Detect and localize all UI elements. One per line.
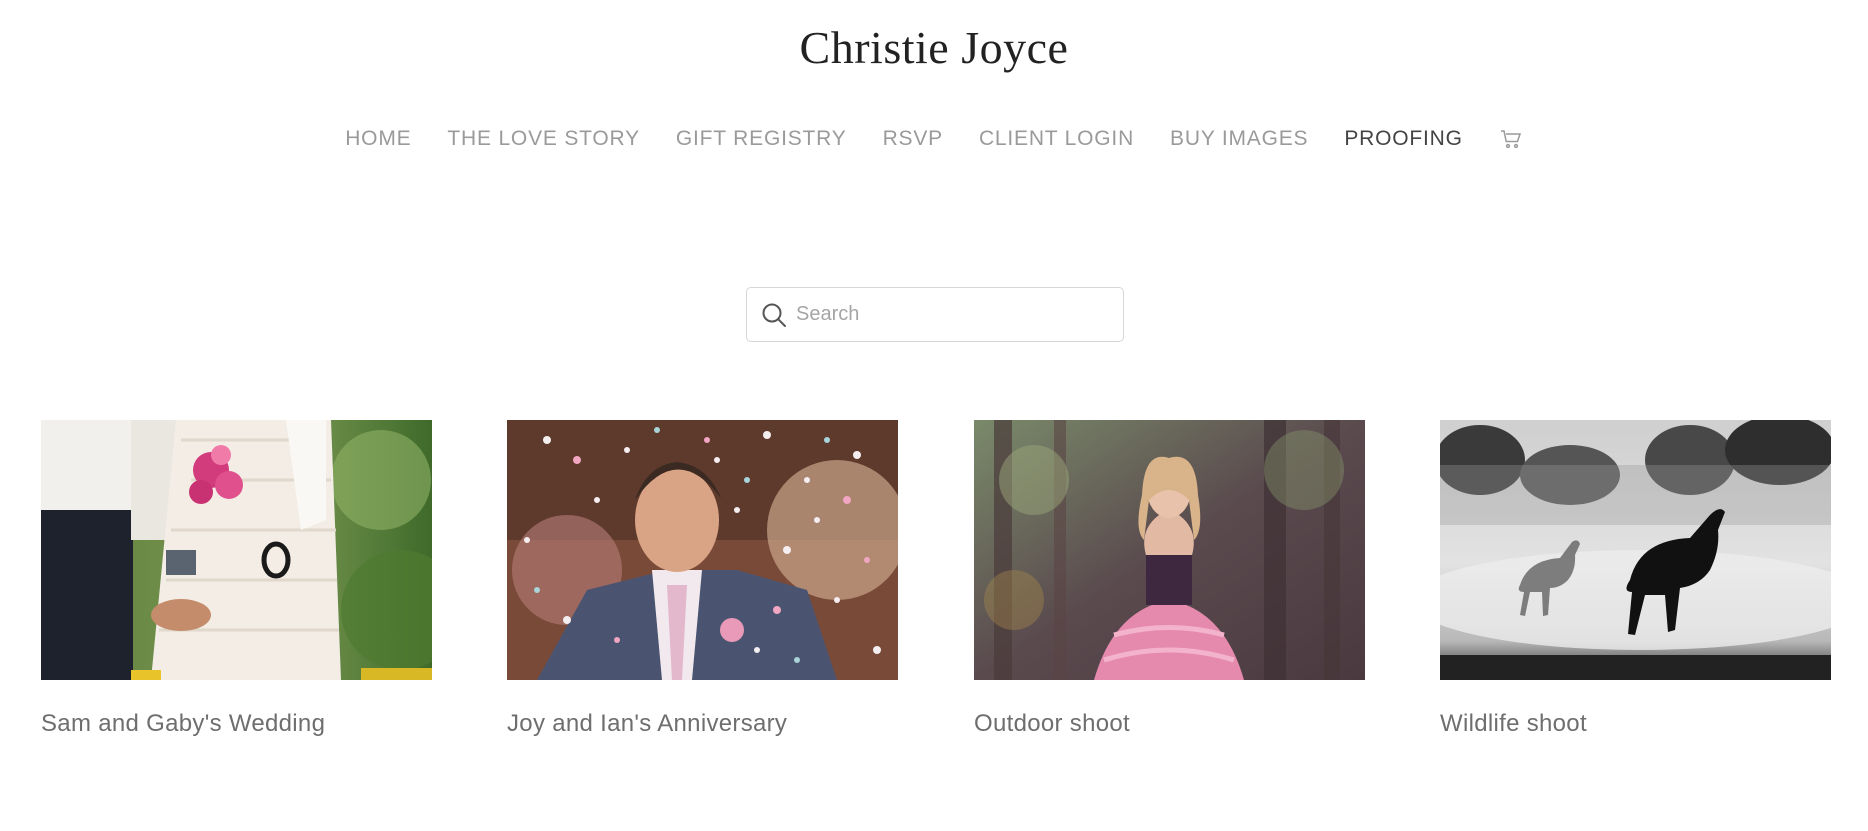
search-input[interactable] — [796, 303, 1096, 326]
nav-item-the-love-story[interactable]: THE LOVE STORY — [447, 124, 639, 154]
search-box — [746, 287, 1124, 342]
gallery-card-wildlife-shoot[interactable]: Wildlife shoot — [1440, 420, 1831, 738]
gallery-card-label[interactable]: Sam and Gaby's Wedding — [41, 710, 432, 738]
nav-item-proofing[interactable]: PROOFING — [1344, 124, 1462, 154]
gallery-card-outdoor-shoot[interactable]: Outdoor shoot — [974, 420, 1365, 738]
gallery-card-label[interactable]: Wildlife shoot — [1440, 710, 1831, 738]
horses-mist-photo[interactable] — [1440, 420, 1831, 680]
nav-item-rsvp[interactable]: RSVP — [883, 124, 943, 154]
groom-confetti-photo[interactable] — [507, 420, 898, 680]
gallery-grid: Sam and Gaby's Wedding Joy and Ian's Ann… — [41, 420, 1831, 750]
gallery-card-joy-ian-anniversary[interactable]: Joy and Ian's Anniversary — [507, 420, 898, 738]
nav-item-buy-images[interactable]: BUY IMAGES — [1170, 124, 1308, 154]
nav-item-home[interactable]: HOME — [345, 124, 411, 154]
nav-item-client-login[interactable]: CLIENT LOGIN — [979, 124, 1134, 154]
cart-icon[interactable] — [1499, 127, 1523, 151]
search-icon — [760, 301, 788, 329]
main-nav: HOME THE LOVE STORY GIFT REGISTRY RSVP C… — [0, 124, 1868, 154]
nav-item-gift-registry[interactable]: GIFT REGISTRY — [676, 124, 847, 154]
gallery-card-label[interactable]: Outdoor shoot — [974, 710, 1365, 738]
wedding-couple-photo[interactable] — [41, 420, 432, 680]
gallery-card-label[interactable]: Joy and Ian's Anniversary — [507, 710, 898, 738]
woman-forest-photo[interactable] — [974, 420, 1365, 680]
gallery-card-sam-gaby-wedding[interactable]: Sam and Gaby's Wedding — [41, 420, 432, 738]
site-title[interactable]: Christie Joyce — [0, 22, 1868, 74]
